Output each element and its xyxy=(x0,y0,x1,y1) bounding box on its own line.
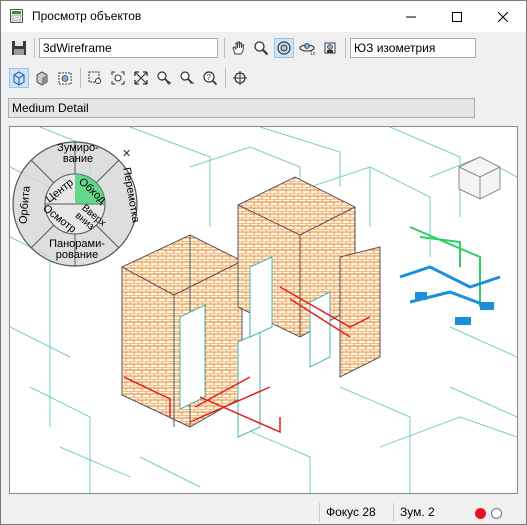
toolbar-separator xyxy=(80,68,81,88)
status-bar: Фокус 28 Зум. 2 xyxy=(1,501,526,524)
focus-status: Фокус 28 xyxy=(319,503,391,522)
orbit-icon xyxy=(277,41,291,55)
minimize-icon xyxy=(406,16,416,17)
locate-button[interactable] xyxy=(230,68,250,88)
zoom-extents-button[interactable] xyxy=(131,68,151,88)
object-viewer-window: Просмотр объектов 3dWireframe 1x ЮЗ изом… xyxy=(0,0,527,525)
zoom-in-icon xyxy=(157,71,171,85)
visual-style-select[interactable]: 3dWireframe xyxy=(39,38,218,58)
zoom-dynamic-icon xyxy=(111,71,125,85)
maximize-button[interactable] xyxy=(434,1,480,32)
zoom-button[interactable] xyxy=(251,38,271,58)
toolbar-second: ? xyxy=(1,64,526,92)
svg-text:1x: 1x xyxy=(310,51,316,56)
close-button[interactable] xyxy=(480,1,526,32)
zoom-window-icon xyxy=(88,71,101,84)
wheel-pan[interactable]: Панорами- рование xyxy=(42,239,112,261)
window-title: Просмотр объектов xyxy=(32,9,142,23)
zoom-extents-icon xyxy=(134,71,148,85)
toolbar-separator xyxy=(225,68,226,88)
wheel-close-icon[interactable]: ✕ xyxy=(122,147,131,160)
orbit-button[interactable] xyxy=(274,38,294,58)
save-button[interactable] xyxy=(9,38,29,58)
maximize-icon xyxy=(452,11,462,22)
shaded-icon xyxy=(36,71,48,86)
capture-icon xyxy=(58,72,72,85)
zoom-previous-button[interactable]: ? xyxy=(200,68,220,88)
status-indicator-icon[interactable] xyxy=(491,508,502,519)
zoom-icon xyxy=(254,41,269,56)
wireframe-button[interactable] xyxy=(9,68,29,88)
camera-button[interactable] xyxy=(320,38,340,58)
wireframe-icon xyxy=(13,71,25,86)
wheel-zoom[interactable]: Зумиро- вание xyxy=(50,143,106,165)
svg-text:?: ? xyxy=(207,73,212,82)
save-icon xyxy=(12,41,26,55)
pipes xyxy=(399,226,501,325)
fly-button[interactable]: 1x xyxy=(297,38,317,58)
app-icon xyxy=(10,9,23,23)
toolbar-separator xyxy=(345,38,346,58)
toolbar-top: 3dWireframe 1x ЮЗ изометрия xyxy=(1,34,526,62)
fly-icon: 1x xyxy=(299,43,316,56)
zoom-window-button[interactable] xyxy=(85,68,105,88)
camera-icon xyxy=(324,42,336,54)
visual-style-value: 3dWireframe xyxy=(43,41,112,55)
locate-icon xyxy=(233,71,247,85)
zoom-dynamic-button[interactable] xyxy=(108,68,128,88)
pan-button[interactable] xyxy=(228,38,248,58)
pan-icon xyxy=(232,41,244,55)
navigation-wheel[interactable]: ✕ Зумиро- вание Центр Обход Перемотка Ор… xyxy=(10,139,142,270)
zoom-in-button[interactable] xyxy=(154,68,174,88)
view-select[interactable]: ЮЗ изометрия xyxy=(350,38,476,58)
zoom-out-button[interactable] xyxy=(177,68,197,88)
toolbar-separator xyxy=(34,38,35,58)
detail-level-value: Medium Detail xyxy=(12,101,89,115)
zoom-previous-icon: ? xyxy=(203,71,218,86)
close-icon xyxy=(498,11,508,22)
zoom-out-icon xyxy=(180,71,194,84)
shaded-button[interactable] xyxy=(32,68,52,88)
minimize-button[interactable] xyxy=(388,1,434,32)
toolbar-separator xyxy=(224,38,225,58)
zoom-status: Зум. 2 xyxy=(393,503,469,522)
view-value: ЮЗ изометрия xyxy=(354,41,436,55)
detail-level-select[interactable]: Medium Detail xyxy=(8,98,475,118)
capture-button[interactable] xyxy=(55,68,75,88)
3d-viewport[interactable]: ✕ Зумиро- вание Центр Обход Перемотка Ор… xyxy=(9,126,518,494)
title-bar: Просмотр объектов xyxy=(1,1,526,32)
record-indicator-icon[interactable] xyxy=(475,508,486,519)
